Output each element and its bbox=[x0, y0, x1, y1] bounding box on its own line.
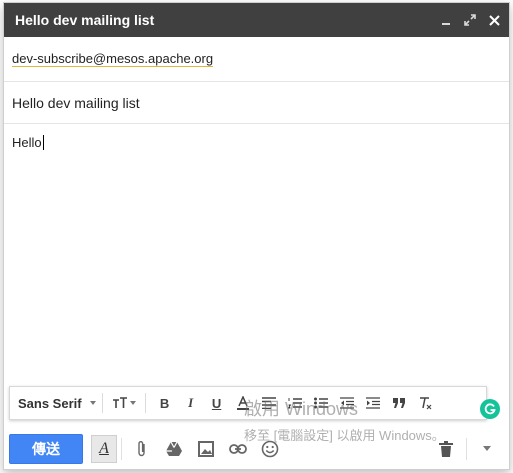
italic-button[interactable]: I bbox=[178, 391, 204, 415]
bold-button[interactable]: B bbox=[152, 391, 178, 415]
chevron-down-icon bbox=[483, 446, 491, 451]
compose-title: Hello dev mailing list bbox=[15, 12, 155, 28]
bold-icon: B bbox=[159, 395, 170, 411]
font-size-button[interactable] bbox=[109, 391, 139, 415]
underline-icon: U bbox=[211, 395, 222, 411]
compose-bottom-toolbar: 傳送 A bbox=[4, 426, 509, 469]
grammarly-icon[interactable] bbox=[480, 399, 500, 419]
drive-icon[interactable] bbox=[158, 434, 190, 464]
remove-formatting-icon bbox=[419, 397, 432, 410]
attach-icon[interactable] bbox=[126, 434, 158, 464]
toolbar-divider bbox=[144, 393, 146, 413]
remove-formatting-button[interactable] bbox=[412, 391, 438, 415]
text-caret bbox=[42, 135, 44, 150]
recipients-field[interactable]: dev-subscribe@mesos.apache.org bbox=[4, 37, 509, 82]
italic-icon: I bbox=[188, 395, 194, 410]
popout-icon[interactable] bbox=[461, 11, 479, 29]
subject-input[interactable]: Hello dev mailing list bbox=[12, 95, 140, 111]
message-body[interactable]: Hello bbox=[4, 124, 509, 384]
bulleted-list-button[interactable] bbox=[308, 391, 334, 415]
quote-button[interactable] bbox=[386, 391, 412, 415]
trash-icon[interactable] bbox=[430, 434, 462, 464]
text-color-icon bbox=[236, 396, 249, 410]
font-family-select[interactable]: Sans Serif bbox=[18, 396, 96, 411]
subject-field[interactable]: Hello dev mailing list bbox=[4, 82, 509, 124]
close-icon[interactable] bbox=[485, 11, 503, 29]
more-options-icon[interactable] bbox=[471, 434, 503, 464]
recipient-address[interactable]: dev-subscribe@mesos.apache.org bbox=[12, 52, 214, 67]
font-family-label: Sans Serif bbox=[18, 395, 82, 411]
underline-button[interactable]: U bbox=[204, 391, 230, 415]
formatting-options-icon[interactable]: A bbox=[91, 434, 117, 463]
link-icon[interactable] bbox=[222, 434, 254, 464]
chevron-down-icon bbox=[129, 401, 136, 405]
chevron-down-icon bbox=[89, 401, 96, 405]
compose-window: Hello dev mailing list dev-subscribe@mes… bbox=[3, 2, 510, 470]
quote-icon bbox=[392, 398, 405, 408]
toolbar-divider bbox=[466, 437, 467, 460]
font-size-icon bbox=[112, 397, 127, 408]
bulleted-list-icon bbox=[313, 397, 328, 409]
indent-less-button[interactable] bbox=[334, 391, 360, 415]
indent-more-button[interactable] bbox=[360, 391, 386, 415]
numbered-list-icon bbox=[287, 398, 302, 409]
indent-more-icon bbox=[365, 397, 380, 409]
indent-less-icon bbox=[339, 397, 354, 409]
compose-titlebar[interactable]: Hello dev mailing list bbox=[4, 3, 509, 37]
align-button[interactable] bbox=[256, 391, 282, 415]
message-body-text: Hello bbox=[12, 135, 44, 150]
minimize-icon[interactable] bbox=[437, 11, 455, 29]
text-color-button[interactable] bbox=[230, 391, 256, 415]
numbered-list-button[interactable] bbox=[282, 391, 308, 415]
align-left-icon bbox=[261, 397, 276, 409]
emoji-icon[interactable] bbox=[254, 434, 286, 464]
photo-icon[interactable] bbox=[190, 434, 222, 464]
toolbar-divider bbox=[101, 393, 103, 413]
formatting-toolbar: Sans Serif B I U bbox=[9, 386, 487, 420]
window-controls bbox=[437, 11, 503, 29]
toolbar-divider bbox=[121, 437, 122, 460]
send-button[interactable]: 傳送 bbox=[9, 433, 83, 464]
